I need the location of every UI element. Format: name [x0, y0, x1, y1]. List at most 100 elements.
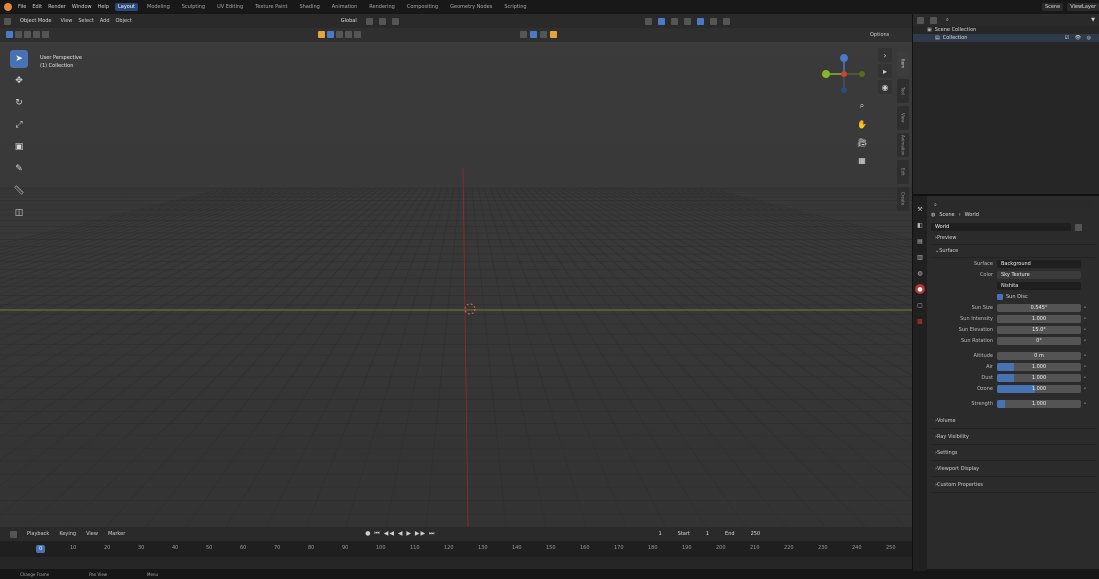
- viewport-options-icon[interactable]: [354, 31, 361, 38]
- filter-icon[interactable]: [336, 31, 343, 38]
- sun-property-field[interactable]: 15.0°: [997, 325, 1081, 334]
- selectability-icon[interactable]: [327, 31, 334, 38]
- tab-animation[interactable]: Animation: [329, 3, 361, 11]
- collapsed-panel[interactable]: › Custom Properties: [931, 477, 1097, 493]
- collapsed-panel[interactable]: › Viewport Display: [931, 461, 1097, 477]
- menu-edit[interactable]: Edit: [32, 4, 42, 10]
- gizmo-toggle-icon[interactable]: [644, 17, 652, 25]
- scene-tab-icon[interactable]: ◍: [915, 268, 925, 278]
- outliner-scene-collection[interactable]: ▣ Scene Collection: [913, 26, 1099, 34]
- density-slider[interactable]: 1.000: [997, 399, 1081, 408]
- keyframe-dot-icon[interactable]: •: [1081, 375, 1089, 381]
- surface-field[interactable]: Background: [997, 259, 1081, 268]
- scene-field[interactable]: Scene: [1041, 3, 1064, 11]
- menu-marker[interactable]: Marker: [108, 531, 125, 537]
- 3d-viewport[interactable]: [0, 28, 912, 527]
- density-slider[interactable]: 1.000: [997, 362, 1081, 371]
- keyframe-dot-icon[interactable]: •: [1081, 338, 1089, 344]
- camera-view-icon[interactable]: 🎥︎: [856, 136, 868, 148]
- select-box-icon[interactable]: [15, 31, 22, 38]
- texture-tab-icon[interactable]: ▩: [915, 316, 925, 326]
- select-extend-icon[interactable]: [24, 31, 31, 38]
- tab-modeling[interactable]: Modeling: [144, 3, 173, 11]
- pan-hand-icon[interactable]: ✋: [856, 118, 868, 130]
- ntab-animation[interactable]: Animation: [897, 133, 909, 157]
- sun-property-field[interactable]: 0°: [997, 336, 1081, 345]
- shading-material-icon[interactable]: [709, 17, 717, 25]
- move-tool-icon[interactable]: ✥: [10, 72, 28, 90]
- keyframe-dot-icon[interactable]: •: [1081, 364, 1089, 370]
- tool-tab-icon[interactable]: ⚒: [915, 204, 925, 214]
- keyframe-dot-icon[interactable]: •: [1081, 353, 1089, 359]
- panel-preview[interactable]: › Preview: [931, 232, 1097, 245]
- outliner-editor-icon[interactable]: [917, 16, 924, 24]
- blender-logo-icon[interactable]: [4, 3, 12, 11]
- outliner-collection[interactable]: ▤ Collection ☑ 👁︎ ◎: [913, 34, 1099, 42]
- panel-surface[interactable]: ⌄ Surface: [931, 245, 1097, 258]
- menu-render[interactable]: Render: [48, 4, 66, 10]
- timeline-body[interactable]: [0, 557, 912, 569]
- ntab-view[interactable]: View: [897, 106, 909, 130]
- collection-tab-icon[interactable]: ▢: [915, 300, 925, 310]
- timeline-ruler[interactable]: 0 10 20 30 40 50 60 70 80 90 100 110 120 130 140 150 160…: [0, 541, 912, 557]
- collapsed-panel[interactable]: › Ray Visibility: [931, 429, 1097, 445]
- annotate-tool-icon[interactable]: ✎: [10, 160, 28, 178]
- collection-toggles-icon[interactable]: ☑ 👁︎ ◎: [1065, 35, 1093, 41]
- tab-scripting[interactable]: Scripting: [501, 3, 529, 11]
- density-slider[interactable]: 1.000: [997, 384, 1081, 393]
- transform-orientation-dropdown[interactable]: Global: [337, 17, 360, 25]
- proportional-edit-icon[interactable]: [391, 17, 399, 25]
- ntab-tool[interactable]: Tool: [897, 79, 909, 103]
- rotate-tool-icon[interactable]: ↻: [10, 94, 28, 112]
- keyframe-dot-icon[interactable]: •: [1081, 305, 1089, 311]
- color-field[interactable]: Sky Texture: [997, 270, 1081, 279]
- tab-rendering[interactable]: Rendering: [366, 3, 398, 11]
- tab-sculpting[interactable]: Sculpting: [179, 3, 208, 11]
- tab-compositing[interactable]: Compositing: [404, 3, 441, 11]
- render-region-icon[interactable]: [530, 31, 537, 38]
- mode-dropdown[interactable]: Object Mode: [17, 17, 55, 25]
- timeline-editor-icon[interactable]: [10, 530, 17, 538]
- keyframe-dot-icon[interactable]: •: [1081, 327, 1089, 333]
- menu-help[interactable]: Help: [98, 4, 109, 10]
- world-datablock-field[interactable]: World: [931, 223, 1071, 231]
- menu-keying[interactable]: Keying: [59, 531, 76, 537]
- shading-rendered-icon[interactable]: [722, 17, 730, 25]
- menu-window[interactable]: Window: [72, 4, 92, 10]
- sky-type-dropdown[interactable]: Nishita: [997, 281, 1081, 290]
- transform-tool-icon[interactable]: ▣: [10, 138, 28, 156]
- tab-shading[interactable]: Shading: [296, 3, 322, 11]
- menu-timeline-view[interactable]: View: [86, 531, 98, 537]
- snap-icon[interactable]: [378, 17, 386, 25]
- outliner-filter-icon[interactable]: ▼: [1091, 17, 1095, 23]
- camera-icon[interactable]: [520, 31, 527, 38]
- light-icon[interactable]: [550, 31, 557, 38]
- collapsed-panel[interactable]: › Volume: [931, 413, 1097, 429]
- shading-wireframe-icon[interactable]: [683, 17, 691, 25]
- menu-object[interactable]: Object: [116, 18, 132, 24]
- xray-icon[interactable]: [670, 17, 678, 25]
- ntab-edit[interactable]: Edit: [897, 160, 909, 184]
- menu-add[interactable]: Add: [100, 18, 110, 24]
- start-frame-field[interactable]: 1: [702, 530, 713, 538]
- sun-property-field[interactable]: 0.545°: [997, 303, 1081, 312]
- play-icon[interactable]: ▸: [878, 64, 892, 78]
- outliner-search-input[interactable]: ⌕: [943, 16, 1023, 24]
- zoom-icon[interactable]: ⌕: [856, 100, 868, 112]
- keyframe-dot-icon[interactable]: •: [1081, 401, 1089, 407]
- scale-tool-icon[interactable]: ⤢: [10, 116, 28, 134]
- cursor-tool-icon[interactable]: ➤: [10, 50, 28, 68]
- properties-search-input[interactable]: ⌕: [931, 201, 1091, 209]
- tab-uv-editing[interactable]: UV Editing: [214, 3, 246, 11]
- add-cube-tool-icon[interactable]: ◫: [10, 204, 28, 222]
- select-mode-icon[interactable]: [6, 31, 13, 38]
- collapsed-panel[interactable]: › Settings: [931, 445, 1097, 461]
- overlay-toggle-icon[interactable]: [657, 17, 665, 25]
- visibility-icon[interactable]: [318, 31, 325, 38]
- menu-select[interactable]: Select: [78, 18, 93, 24]
- menu-file[interactable]: File: [18, 4, 26, 10]
- pivot-icon[interactable]: [365, 17, 373, 25]
- sidebar-toggle-icon[interactable]: ›: [878, 48, 892, 62]
- keyframe-dot-icon[interactable]: •: [1081, 316, 1089, 322]
- sun-property-field[interactable]: 0 m: [997, 351, 1081, 360]
